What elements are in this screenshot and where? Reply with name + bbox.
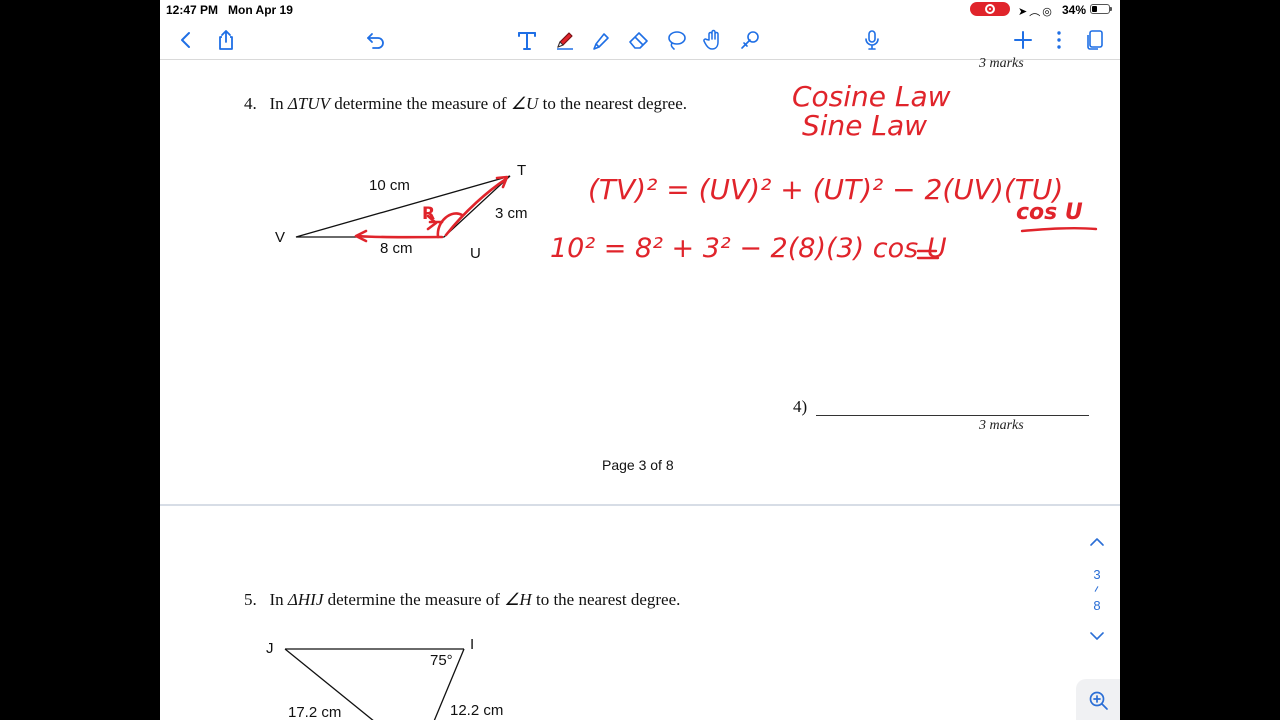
chevron-left-icon — [181, 32, 190, 48]
share-button[interactable] — [212, 26, 240, 54]
shape-tool-button[interactable] — [736, 26, 764, 54]
hand-icon — [703, 29, 719, 50]
undo-button[interactable] — [362, 26, 390, 54]
vertex-j-label: J — [266, 640, 274, 657]
text-tool-icon — [518, 32, 536, 50]
zoom-button[interactable] — [1076, 679, 1120, 720]
current-page: 3 — [1093, 567, 1101, 582]
triangle-hij-figure — [284, 648, 465, 720]
lasso-icon — [668, 31, 686, 50]
document-canvas[interactable]: 3 marks 4. In ΔTUV determine the measure… — [160, 56, 1120, 720]
microphone-icon — [865, 30, 879, 50]
hand-tool-button[interactable] — [699, 26, 727, 54]
more-button[interactable] — [1045, 26, 1073, 54]
screen-recording-indicator[interactable] — [970, 2, 1010, 16]
highlighter-icon — [593, 33, 609, 50]
total-pages: 8 — [1093, 598, 1101, 613]
lasso-tool-button[interactable] — [662, 26, 690, 54]
status-bar: 12:47 PM Mon Apr 19 ➤︵◎ 34% — [160, 0, 1120, 20]
status-icons: ➤︵◎ — [1018, 3, 1054, 19]
text-tool-button[interactable] — [513, 26, 541, 54]
ipad-screen: 12:47 PM Mon Apr 19 ➤︵◎ 34% 3 marks 4. I… — [160, 0, 1120, 720]
more-icon — [1057, 31, 1061, 49]
toolbar — [160, 20, 1120, 60]
microphone-button[interactable] — [858, 26, 886, 54]
status-date: Mon Apr 19 — [228, 3, 293, 17]
wifi-icon: ︵ — [1029, 6, 1043, 18]
angle-i-label: 75° — [430, 652, 453, 669]
record-icon — [985, 4, 995, 14]
pen-icon — [557, 32, 573, 50]
pages-icon — [1087, 30, 1103, 50]
back-button[interactable] — [172, 26, 200, 54]
vertex-i-label: I — [470, 636, 475, 653]
share-icon — [219, 30, 233, 50]
chevron-up-icon — [1090, 538, 1104, 546]
page-up-button[interactable] — [1088, 533, 1106, 551]
add-button[interactable] — [1009, 26, 1037, 54]
eraser-icon — [629, 32, 648, 49]
eraser-tool-button[interactable] — [625, 26, 653, 54]
side-jh-label: 17.2 cm — [288, 704, 342, 720]
pages-button[interactable] — [1081, 26, 1109, 54]
pen-tool-button[interactable] — [551, 26, 579, 54]
status-time: 12:47 PM — [166, 3, 219, 17]
location-icon: ➤ — [1018, 6, 1030, 18]
side-ih-label: 12.2 cm — [450, 702, 504, 719]
page-separator — [1094, 586, 1099, 592]
chevron-down-icon — [1090, 632, 1104, 640]
page-down-button[interactable] — [1088, 627, 1106, 645]
plus-icon — [1014, 31, 1032, 49]
battery-icon — [1090, 4, 1112, 14]
shape-icon — [741, 31, 759, 49]
highlighter-tool-button[interactable] — [588, 26, 616, 54]
orientation-lock-icon: ◎ — [1042, 6, 1054, 18]
page-indicator: 3 8 — [1085, 533, 1109, 645]
undo-icon — [367, 33, 384, 49]
battery-percentage: 34% — [1062, 3, 1087, 17]
zoom-in-icon — [1089, 691, 1108, 710]
